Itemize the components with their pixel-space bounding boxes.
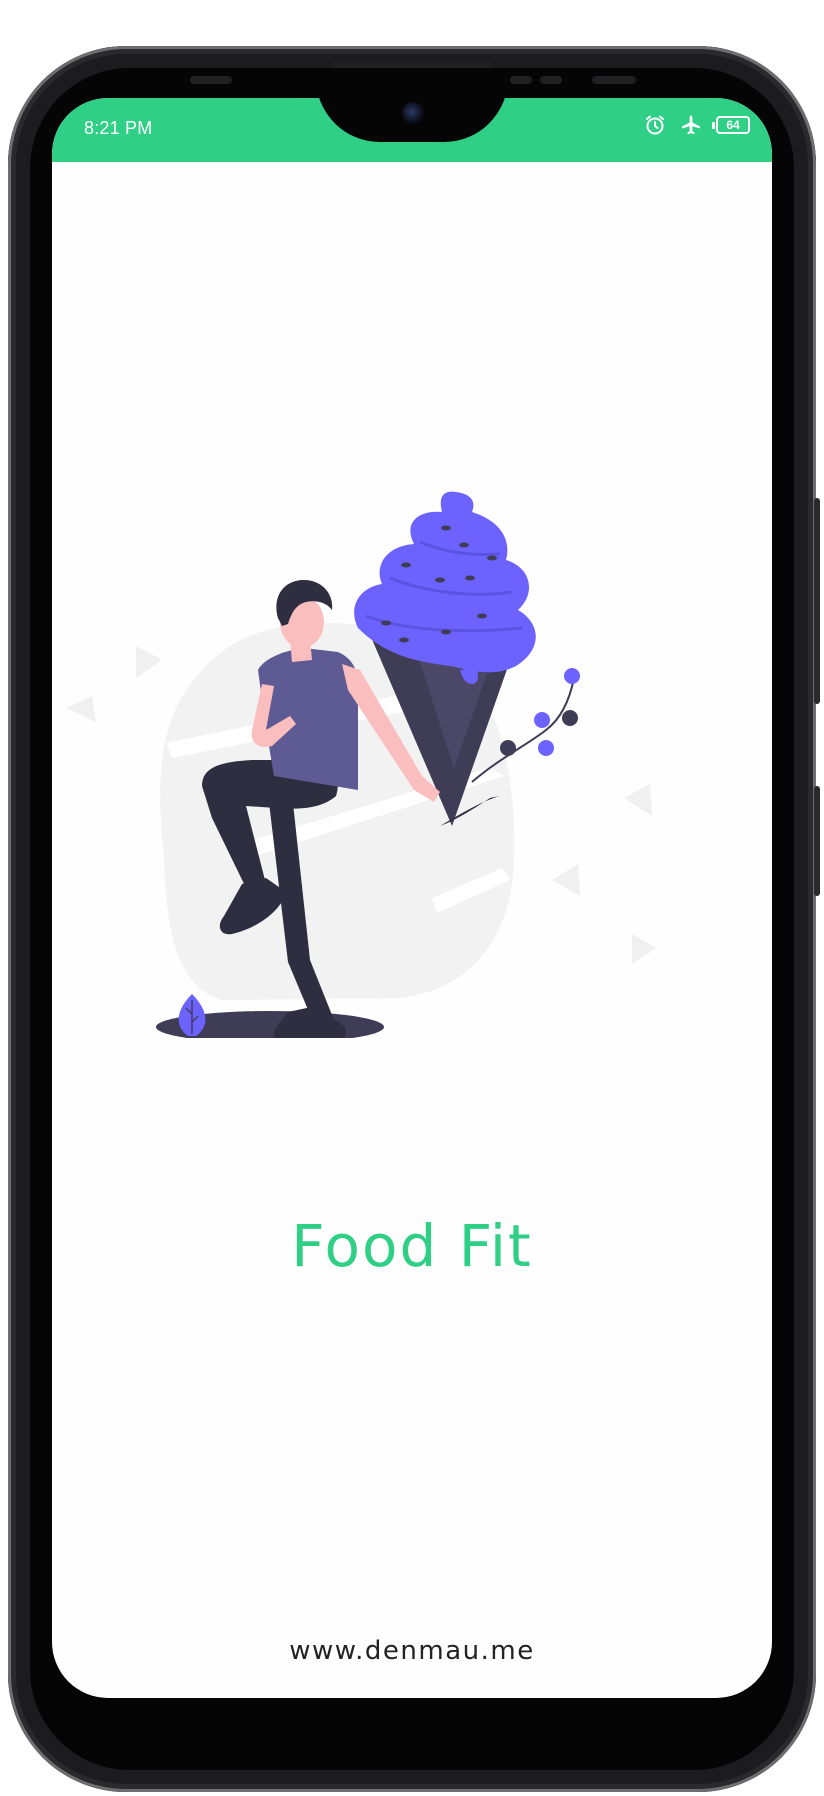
front-camera — [402, 102, 424, 124]
berry — [538, 740, 554, 756]
berry — [564, 668, 580, 684]
status-time: 8:21 PM — [84, 118, 153, 138]
alarm-icon — [644, 114, 666, 136]
footer-url[interactable]: www.denmau.me — [52, 1636, 772, 1666]
decor-triangle — [66, 696, 96, 722]
sensor-slot — [190, 76, 232, 84]
battery-icon: 64 — [712, 116, 750, 134]
berry — [534, 712, 550, 728]
sensor-slot — [540, 76, 562, 84]
decor-triangle — [624, 784, 652, 816]
earpiece-speaker — [332, 62, 492, 68]
decor-triangle — [552, 864, 580, 896]
berry — [562, 710, 578, 726]
sensor-slot — [510, 76, 532, 84]
person-with-ice-cream-illustration — [66, 491, 656, 1038]
airplane-mode-icon — [680, 114, 702, 136]
battery-level: 64 — [726, 118, 740, 132]
power-button — [814, 786, 820, 896]
app-title: Food Fit — [291, 1212, 533, 1280]
ice-cream-scoop — [354, 491, 536, 673]
phone-screen: 8:21 PM 64 Food Fit www.denmau.me — [52, 98, 772, 1698]
berry — [500, 740, 516, 756]
sensor-slot — [592, 76, 636, 84]
status-icons: 64 — [644, 114, 750, 136]
decor-triangle — [632, 934, 656, 964]
volume-button — [814, 498, 820, 704]
person-shirt — [258, 648, 358, 790]
battery-tip — [712, 122, 715, 129]
decor-triangle — [136, 646, 162, 678]
person-shoe — [274, 1006, 346, 1038]
